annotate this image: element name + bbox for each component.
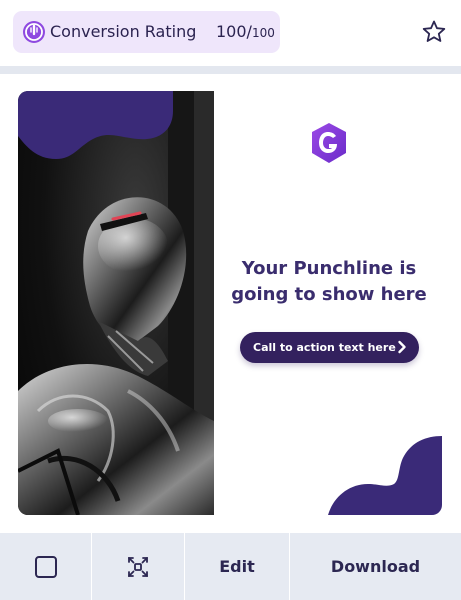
g-hexagon-logo [312,123,346,163]
action-footer: Edit Download [0,533,461,600]
ad-preview-card: Your Punchline is going to show here Cal… [18,91,442,515]
download-button[interactable]: Download [290,533,461,600]
rating-label: Conversion Rating [50,22,197,41]
ad-punchline: Your Punchline is going to show here [224,256,434,308]
star-outline-icon [422,20,446,42]
select-checkbox-cell[interactable] [0,533,92,600]
top-bar: Conversion Rating 100/100 [0,0,461,66]
download-label: Download [330,557,421,576]
section-divider [0,66,461,74]
cta-label: Call to action text here [253,341,396,354]
chevron-right-icon [398,340,406,354]
decorative-blob-bottom-right [328,436,442,515]
rating-score-max: 100 [251,26,275,40]
conversion-rating-badge: Conversion Rating 100/100 [13,11,280,53]
favorite-star-button[interactable] [420,18,448,46]
decorative-blob-top-left [18,91,173,159]
rating-badge-icon [23,21,45,43]
edit-button[interactable]: Edit [185,533,290,600]
rating-score: 100/100 [216,22,275,41]
expand-icon [128,556,148,577]
punchline-line-2: going to show here [231,284,427,305]
cta-button[interactable]: Call to action text here [240,332,419,363]
edit-label: Edit [219,557,255,576]
expand-button[interactable] [92,533,185,600]
rating-score-value: 100/ [216,22,252,41]
select-checkbox[interactable] [34,555,57,578]
punchline-line-1: Your Punchline is [241,258,417,279]
